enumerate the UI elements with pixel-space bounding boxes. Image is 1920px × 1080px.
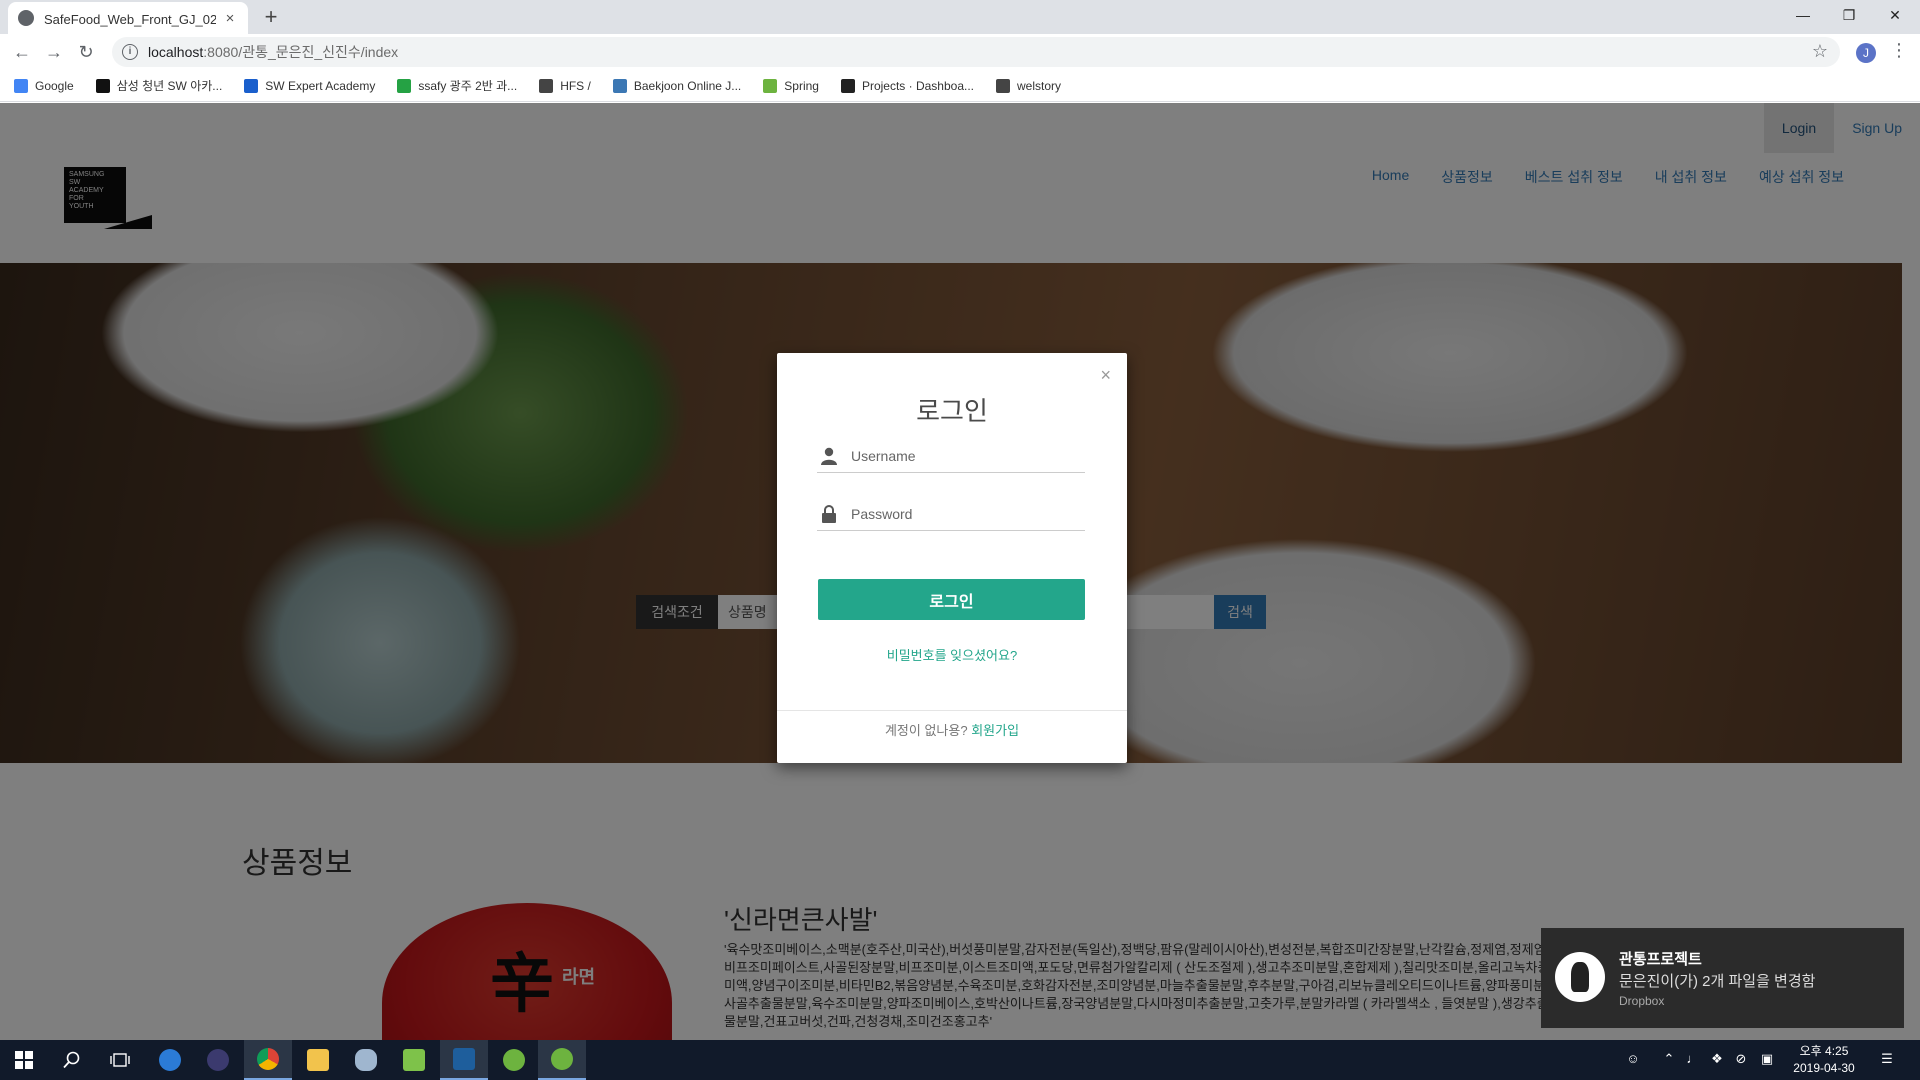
bookmark-item[interactable]: HFS /: [539, 78, 591, 93]
plus-icon: [397, 78, 412, 93]
bookmarks-bar: Google 삼성 청년 SW 아카... SW Expert Academy …: [0, 70, 1920, 102]
internet-explorer-icon: [159, 1049, 181, 1071]
tray-chevron-icon[interactable]: ⌃: [1660, 1050, 1678, 1068]
notepad-icon: [403, 1049, 425, 1071]
bookmark-item[interactable]: Google: [14, 78, 74, 93]
username-input[interactable]: [851, 447, 1085, 464]
google-icon: [14, 78, 28, 93]
bookmark-item[interactable]: welstory: [996, 78, 1061, 93]
login-button[interactable]: 로그인: [818, 579, 1085, 620]
action-center-icon[interactable]: ☰: [1878, 1050, 1896, 1068]
people-icon[interactable]: ☺: [1624, 1050, 1642, 1068]
login-modal: × 로그인 로그인 비밀번호를 잊으셨어요? 계정이 없나용? 회원가입: [777, 353, 1127, 763]
web-page: Login Sign Up SAMSUNGSWACADEMYFORYOUTH H…: [0, 103, 1920, 1040]
ssafy-icon: [95, 78, 110, 93]
address-bar[interactable]: i localhost :8080/관통_문은진_신진수/index ☆: [112, 37, 1840, 67]
taskbar-app-paint[interactable]: [342, 1040, 390, 1080]
new-tab-button[interactable]: +: [258, 4, 284, 30]
browser-tab-strip: SafeFood_Web_Front_GJ_02_문은 × + — ❐ ✕: [0, 0, 1920, 34]
taskbar-app-edge[interactable]: [146, 1040, 194, 1080]
network-icon[interactable]: ⊘: [1732, 1050, 1750, 1068]
bookmark-item[interactable]: SW Expert Academy: [244, 78, 375, 93]
forward-button[interactable]: →: [42, 41, 66, 63]
site-info-icon[interactable]: i: [122, 44, 138, 60]
ime-icon[interactable]: ▣: [1758, 1050, 1776, 1068]
modal-footer: 계정이 없나용? 회원가입: [777, 710, 1127, 763]
bookmark-star-icon[interactable]: ☆: [1812, 41, 1828, 62]
spring-tool-icon: [503, 1049, 525, 1071]
eclipse-icon: [207, 1049, 229, 1071]
window-close-button[interactable]: ✕: [1872, 0, 1918, 30]
password-field[interactable]: [817, 497, 1085, 531]
task-view-button[interactable]: [96, 1040, 144, 1080]
spring-tool-icon: [551, 1048, 573, 1070]
bookmark-item[interactable]: Baekjoon Online J...: [612, 78, 741, 93]
user-icon: [821, 447, 837, 465]
taskbar-app-explorer[interactable]: [294, 1040, 342, 1080]
back-button[interactable]: ←: [10, 41, 34, 63]
dropbox-tray-icon[interactable]: ❖: [1708, 1050, 1726, 1068]
bookmark-item[interactable]: Projects · Dashboa...: [840, 78, 974, 93]
taskbar-app-notepad[interactable]: [390, 1040, 438, 1080]
username-field[interactable]: [817, 439, 1085, 473]
swea-icon: [244, 78, 259, 93]
spring-icon: [763, 78, 778, 93]
search-icon: [63, 1051, 80, 1069]
bookmark-item[interactable]: ssafy 광주 2반 과...: [397, 77, 517, 94]
search-taskbar-button[interactable]: [48, 1040, 96, 1080]
browser-toolbar: ← → ↻ i localhost :8080/관통_문은진_신진수/index…: [0, 34, 1920, 70]
notification-source: Dropbox: [1619, 994, 1665, 1008]
lock-icon: [821, 504, 837, 523]
browser-menu-icon[interactable]: ⋮: [1890, 40, 1908, 61]
dropbox-avatar-icon: [1555, 952, 1605, 1002]
clock-time: 오후 4:25: [1799, 1044, 1849, 1058]
close-icon[interactable]: ×: [1100, 365, 1111, 386]
url-host: localhost: [148, 44, 204, 60]
chrome-icon: [257, 1048, 279, 1070]
gitlab-icon: [840, 78, 855, 93]
dropbox-notification[interactable]: 관통프로젝트 문은진이(가) 2개 파일을 변경함 Dropbox: [1541, 928, 1904, 1028]
notification-title: 관통프로젝트: [1619, 951, 1702, 968]
hfs-icon: [539, 78, 554, 93]
taskbar-app-vscode[interactable]: [440, 1040, 488, 1080]
reload-button[interactable]: ↻: [74, 41, 98, 63]
taskbar-app-chrome[interactable]: [244, 1040, 292, 1080]
clock-date: 2019-04-30: [1793, 1061, 1855, 1075]
taskbar-app-spring-2[interactable]: [538, 1040, 586, 1080]
modal-title: 로그인: [916, 396, 988, 426]
start-button[interactable]: [0, 1040, 48, 1080]
register-link[interactable]: 회원가입: [971, 723, 1019, 738]
page-favicon-icon: [18, 10, 34, 26]
restore-button[interactable]: ❐: [1826, 0, 1872, 30]
windows-icon: [15, 1051, 33, 1069]
folder-icon: [307, 1049, 329, 1071]
system-clock[interactable]: 오후 4:25 2019-04-30: [1788, 1043, 1860, 1077]
bookmark-item[interactable]: Spring: [763, 78, 819, 93]
forgot-password-link[interactable]: 비밀번호를 잊으셨어요?: [777, 645, 1127, 664]
browser-tab[interactable]: SafeFood_Web_Front_GJ_02_문은 ×: [8, 2, 248, 34]
bookmark-item[interactable]: 삼성 청년 SW 아카...: [95, 77, 222, 94]
volume-icon[interactable]: ♩: [1684, 1050, 1702, 1068]
url-path: :8080/관통_문은진_신진수/index: [203, 44, 399, 60]
tab-close-icon[interactable]: ×: [222, 10, 238, 27]
globe-icon: [996, 78, 1011, 93]
taskbar-app-eclipse[interactable]: [194, 1040, 242, 1080]
task-view-icon: [110, 1053, 130, 1067]
taskbar-app-spring-1[interactable]: [490, 1040, 538, 1080]
tab-title: SafeFood_Web_Front_GJ_02_문은: [44, 11, 216, 27]
no-account-text: 계정이 없나용?: [884, 723, 968, 738]
password-input[interactable]: [851, 505, 1085, 522]
paint-icon: [355, 1049, 377, 1071]
code-icon: [612, 78, 627, 93]
profile-avatar[interactable]: J: [1856, 43, 1876, 63]
code-editor-icon: [453, 1048, 475, 1070]
minimize-button[interactable]: —: [1780, 0, 1826, 30]
notification-body: 문은진이(가) 2개 파일을 변경함: [1619, 973, 1816, 990]
windows-taskbar: ☺ ⌃ ♩ ❖ ⊘ ▣ 오후 4:25 2019-04-30 ☰: [0, 1040, 1920, 1080]
